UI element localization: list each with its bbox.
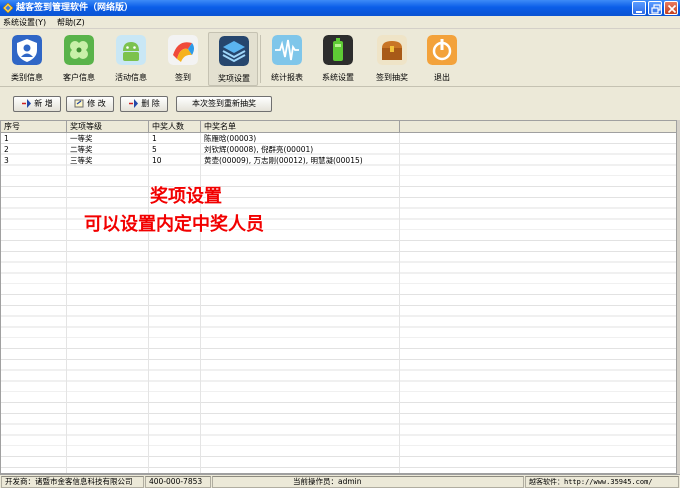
table-row-lines — [1, 133, 676, 473]
toolbar-customer-info[interactable]: 客户信息 — [54, 32, 104, 86]
status-website: 越客软件：http://www.35945.com/ — [525, 476, 679, 488]
column-divider — [148, 133, 149, 473]
toolbar-label: 系统设置 — [322, 73, 354, 82]
table-row[interactable]: 1 一等奖 1 陈雁晗(00003) — [1, 134, 676, 144]
android-icon — [116, 35, 146, 65]
toolbar-system-settings[interactable]: 系统设置 — [313, 32, 363, 86]
status-phone: 400-000-7853 — [145, 476, 211, 488]
battery-icon — [323, 35, 353, 65]
toolbar-label: 统计报表 — [271, 73, 303, 82]
minimize-icon — [636, 11, 642, 13]
header-winner-list[interactable]: 中奖名单 — [201, 121, 400, 133]
waveform-icon — [272, 35, 302, 65]
table-row[interactable]: 2 二等奖 5 刘钦辉(00008), 倪群亮(00001) — [1, 145, 676, 155]
toolbar-label: 客户信息 — [63, 73, 95, 82]
status-developer: 开发商：诸暨市金客信息科技有限公司 — [1, 476, 144, 488]
status-bar: 开发商：诸暨市金客信息科技有限公司 400-000-7853 当前操作员：adm… — [0, 474, 680, 488]
window-title: 越客签到管理软件（网络版） — [16, 3, 134, 13]
minimize-button[interactable] — [632, 1, 646, 15]
close-button[interactable] — [664, 1, 678, 15]
annotation-subtitle: 可以设置内定中奖人员 — [84, 214, 264, 235]
toolbar-exit[interactable]: 退出 — [417, 32, 467, 86]
cell-prize-level: 一等奖 — [70, 134, 93, 143]
cell-winner-count: 5 — [152, 145, 157, 154]
menu-bar: 系统设置(Y) 帮助(Z) — [0, 16, 680, 29]
delete-icon — [129, 99, 139, 108]
maximize-button[interactable] — [648, 1, 662, 15]
cell-seq: 1 — [4, 134, 9, 143]
toolbar-label: 签到抽奖 — [376, 73, 408, 82]
toolbar-label: 活动信息 — [115, 73, 147, 82]
header-winner-count[interactable]: 中奖人数 — [149, 121, 201, 133]
cell-seq: 3 — [4, 156, 9, 165]
add-icon — [22, 99, 32, 108]
header-seq[interactable]: 序号 — [1, 121, 67, 133]
cell-winner-list: 刘钦辉(00008), 倪群亮(00001) — [204, 145, 314, 154]
toolbar-activity-info[interactable]: 活动信息 — [106, 32, 156, 86]
add-button[interactable]: 新 增 — [13, 96, 61, 112]
title-bar: 越客签到管理软件（网络版） — [0, 0, 680, 16]
exit-icon — [427, 35, 457, 65]
toolbar-prize-settings[interactable]: 奖项设置 — [208, 32, 258, 86]
cell-seq: 2 — [4, 145, 9, 154]
edit-button-label: 修 改 — [87, 99, 106, 108]
status-operator: 当前操作员：admin — [212, 476, 524, 488]
column-divider — [66, 133, 67, 473]
edit-button[interactable]: 修 改 — [66, 96, 114, 112]
action-bar: 新 增 修 改 删 除 本次签到重新抽奖 — [0, 88, 680, 118]
close-icon — [667, 4, 677, 14]
annotation-title: 奖项设置 — [150, 186, 222, 207]
redraw-lottery-button[interactable]: 本次签到重新抽奖 — [176, 96, 272, 112]
cell-winner-list: 黄壶(00009), 万志刚(00012), 明慧凝(00015) — [204, 156, 363, 165]
delete-button[interactable]: 删 除 — [120, 96, 168, 112]
toolbar-separator — [260, 35, 261, 83]
cell-winner-list: 陈雁晗(00003) — [204, 134, 257, 143]
delete-button-label: 删 除 — [141, 99, 160, 108]
restore-icon — [651, 4, 661, 14]
menu-system-settings[interactable]: 系统设置(Y) — [3, 17, 46, 28]
toolbar-label: 类别信息 — [11, 73, 43, 82]
header-prize-level[interactable]: 奖项等级 — [67, 121, 149, 133]
treasure-chest-icon — [377, 35, 407, 65]
toolbar-check-in-lottery[interactable]: 签到抽奖 — [367, 32, 417, 86]
layers-icon — [219, 36, 249, 66]
cell-prize-level: 二等奖 — [70, 145, 93, 154]
toolbar: 类别信息 客户信息 活动信息 签到 奖项设置 统计报表 系统设置 签到抽奖 退出 — [0, 29, 680, 87]
clover-icon — [64, 35, 94, 65]
cell-winner-count: 10 — [152, 156, 162, 165]
menu-help[interactable]: 帮助(Z) — [57, 17, 85, 28]
table-header: 序号 奖项等级 中奖人数 中奖名单 — [1, 121, 676, 133]
add-button-label: 新 增 — [34, 99, 53, 108]
color-ribbon-icon — [168, 35, 198, 65]
toolbar-label: 奖项设置 — [218, 74, 250, 83]
toolbar-statistics-report[interactable]: 统计报表 — [262, 32, 312, 86]
prize-table[interactable]: 序号 奖项等级 中奖人数 中奖名单 1 一等奖 1 陈雁晗(00003) 2 二… — [0, 120, 677, 474]
app-icon — [3, 3, 13, 13]
toolbar-category-info[interactable]: 类别信息 — [2, 32, 52, 86]
shield-person-icon — [12, 35, 42, 65]
toolbar-label: 签到 — [175, 73, 191, 82]
cell-prize-level: 三等奖 — [70, 156, 93, 165]
column-divider — [399, 133, 400, 473]
cell-winner-count: 1 — [152, 134, 157, 143]
toolbar-label: 退出 — [434, 73, 450, 82]
toolbar-check-in[interactable]: 签到 — [158, 32, 208, 86]
edit-icon — [74, 99, 84, 108]
table-row[interactable]: 3 三等奖 10 黄壶(00009), 万志刚(00012), 明慧凝(0001… — [1, 156, 676, 166]
